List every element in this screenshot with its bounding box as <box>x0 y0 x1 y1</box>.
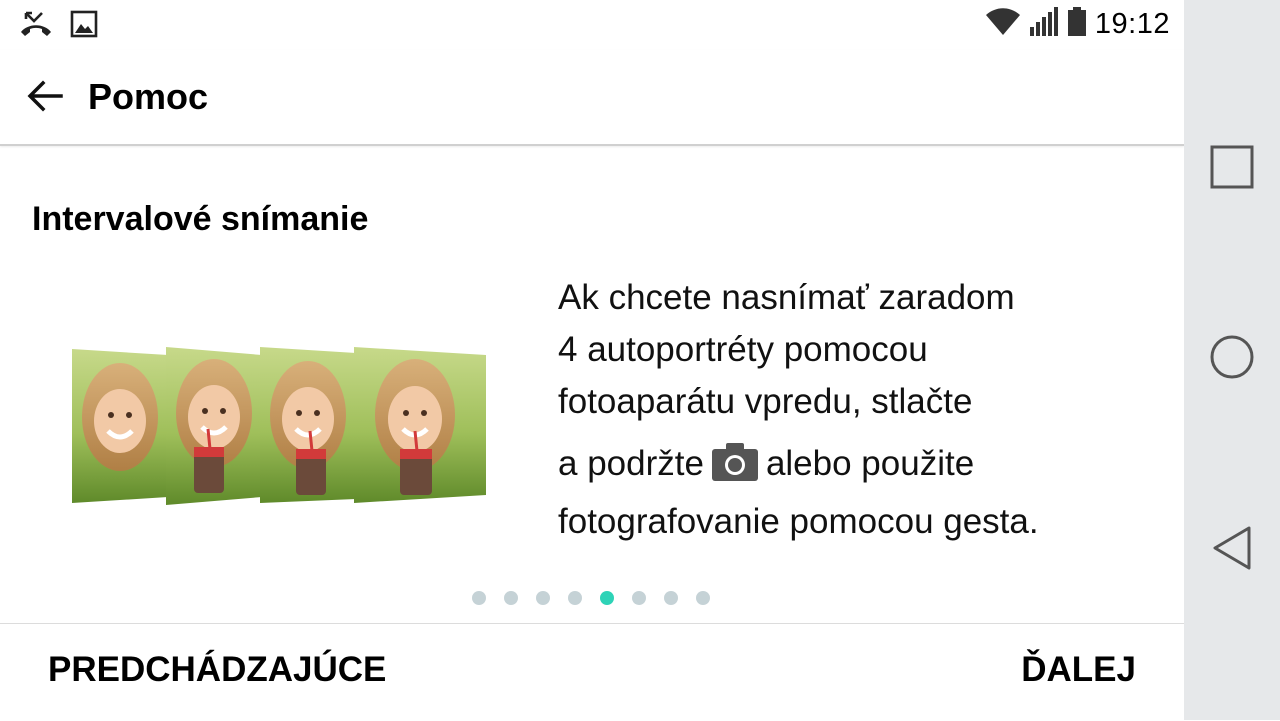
next-button[interactable]: ĎALEJ <box>1021 650 1136 690</box>
description: Ak chcete nasnímať zaradom 4 autoportrét… <box>558 272 1158 548</box>
battery-icon <box>1067 6 1087 42</box>
description-line-3: fotoaparátu vpredu, stlačte <box>558 382 973 421</box>
description-line-4-b: alebo použite <box>765 444 975 483</box>
page-dot-2[interactable] <box>504 591 518 605</box>
description-line-5: fotografovanie pomocou gesta. <box>558 502 1039 541</box>
previous-button[interactable]: PREDCHÁDZAJÚCE <box>48 650 386 690</box>
back-nav-button[interactable] <box>1208 526 1256 574</box>
recent-apps-button[interactable] <box>1208 145 1256 193</box>
photo-frame-1 <box>72 349 168 503</box>
back-button[interactable] <box>22 75 68 121</box>
photo-frame-3 <box>260 347 356 503</box>
footer: PREDCHÁDZAJÚCE ĎALEJ <box>0 623 1184 721</box>
page-dot-6[interactable] <box>632 591 646 605</box>
description-line-1: Ak chcete nasnímať zaradom <box>558 278 1015 317</box>
page-dot-8[interactable] <box>696 591 710 605</box>
page-dot-7[interactable] <box>664 591 678 605</box>
photo-frame-2 <box>166 347 262 505</box>
status-bar: 19:12 <box>0 0 1184 50</box>
status-left-icons <box>18 10 98 43</box>
description-line-4-a: a podržte <box>558 444 704 483</box>
page-title: Pomoc <box>88 76 209 117</box>
home-button[interactable] <box>1208 335 1256 383</box>
back-icon <box>1211 525 1253 576</box>
camera-icon <box>711 443 758 496</box>
image-icon <box>70 10 98 43</box>
photo-frame-4 <box>354 347 486 503</box>
clock: 19:12 <box>1094 7 1170 40</box>
navigation-bar <box>1184 0 1280 720</box>
page-dot-4[interactable] <box>568 591 582 605</box>
wifi-icon <box>985 7 1021 42</box>
section-title: Intervalové snímanie <box>32 200 369 238</box>
missed-call-icon <box>18 10 54 43</box>
interval-shot-illustration <box>70 345 490 507</box>
page-dot-5[interactable] <box>600 591 614 605</box>
page-dot-3[interactable] <box>536 591 550 605</box>
home-icon <box>1209 334 1255 385</box>
arrow-left-icon <box>27 80 63 117</box>
description-line-4: a podržte alebo použite <box>558 438 1158 496</box>
app-bar: Pomoc <box>0 50 1184 146</box>
screen: 19:12 Pomoc Intervalové snímanie Ak chce… <box>0 0 1184 720</box>
recent-apps-icon <box>1210 145 1254 194</box>
page-dot-1[interactable] <box>472 591 486 605</box>
page-indicator <box>472 591 710 605</box>
status-right-icons: 19:12 <box>985 6 1170 42</box>
signal-icon <box>1029 6 1059 42</box>
description-line-2: 4 autoportréty pomocou <box>558 330 928 369</box>
